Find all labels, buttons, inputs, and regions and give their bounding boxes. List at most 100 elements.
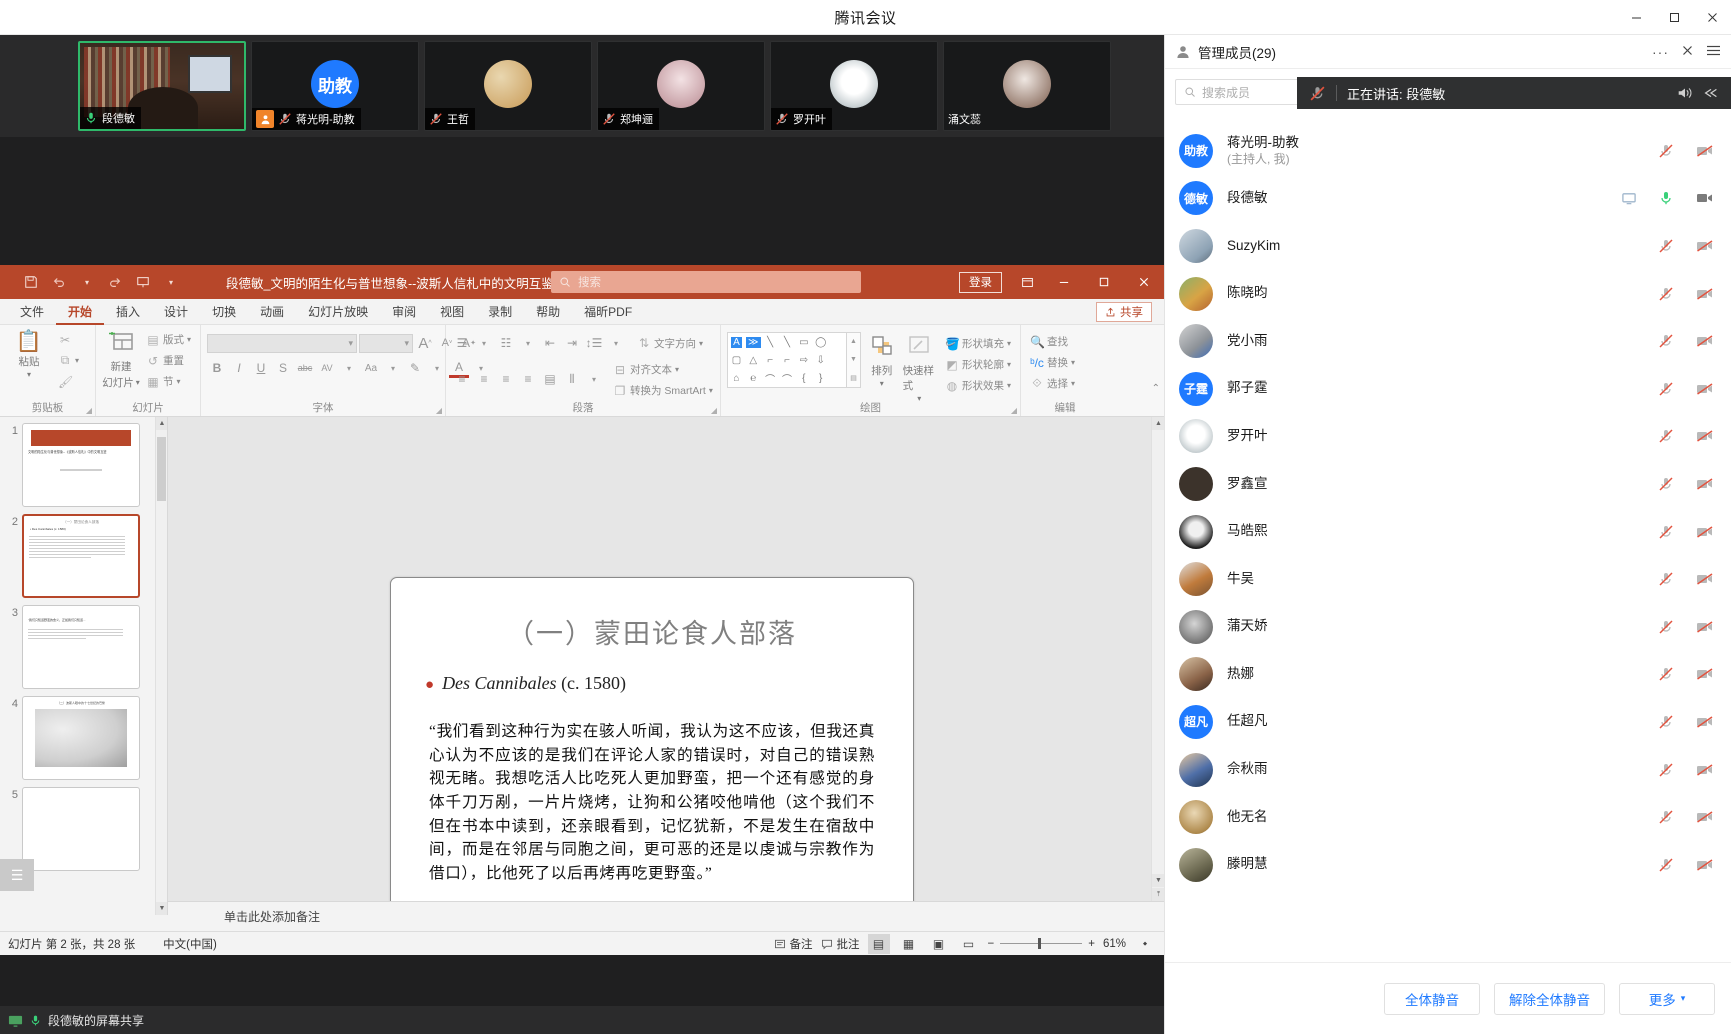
align-right-icon[interactable]: ≡ — [496, 369, 516, 389]
video-tile[interactable]: 涌文蕊 — [943, 41, 1111, 131]
thumbnail-row[interactable]: 4 （二）波斯人眼中的十七世纪的巴黎 — [0, 696, 167, 787]
participants-list[interactable]: 助教 蒋光明-助教 (主持人, 我) 德敏 段德敏 — [1165, 127, 1731, 962]
mic-muted-icon[interactable] — [1657, 476, 1675, 492]
text-highlight-icon[interactable]: ✎ — [405, 358, 425, 378]
thumbnail-row[interactable]: 2 （一）蒙田论食人部落 • Des Cannibales (c. 1580) — [0, 514, 167, 605]
list-item[interactable]: 超凡 任超凡 — [1165, 698, 1731, 746]
unmute-all-button[interactable]: 解除全体静音 — [1494, 983, 1605, 1015]
zoom-level[interactable]: 61% — [1103, 938, 1126, 950]
zoom-out-button[interactable]: − — [988, 938, 995, 950]
line-spacing-icon[interactable]: ↕☰ — [584, 333, 604, 353]
layout-button[interactable]: ▤版式▾ — [143, 330, 194, 349]
camera-on-icon[interactable] — [1695, 190, 1715, 206]
camera-off-icon[interactable] — [1695, 857, 1715, 873]
scroll-up-icon[interactable]: ▲ — [850, 338, 857, 345]
list-item[interactable]: 蒲天娇 — [1165, 603, 1731, 651]
language-indicator[interactable]: 中文(中国) — [163, 936, 217, 952]
camera-off-icon[interactable] — [1695, 286, 1715, 302]
align-text-button[interactable]: ⊟ 对齐文本▾ — [610, 360, 716, 379]
close-icon[interactable] — [1681, 44, 1694, 60]
slide-canvas[interactable]: （一）蒙田论食人部落 ● Des Cannibales (c. 1580) “我… — [168, 417, 1164, 915]
tab-slideshow[interactable]: 幻灯片放映 — [296, 299, 380, 325]
camera-off-icon[interactable] — [1695, 762, 1715, 778]
increase-indent-icon[interactable]: ⇥ — [562, 333, 582, 353]
current-slide[interactable]: （一）蒙田论食人部落 ● Des Cannibales (c. 1580) “我… — [390, 577, 914, 955]
list-item[interactable]: 热娜 — [1165, 651, 1731, 699]
tab-animations[interactable]: 动画 — [248, 299, 296, 325]
camera-off-icon[interactable] — [1695, 666, 1715, 682]
mic-muted-icon[interactable] — [1657, 286, 1675, 302]
more-horizontal-icon[interactable]: ··· — [1652, 44, 1669, 60]
scroll-up-icon[interactable]: ▲ — [1152, 417, 1164, 430]
list-item[interactable]: 党小雨 — [1165, 317, 1731, 365]
underline-icon[interactable]: U — [251, 358, 271, 378]
shape-effects-button[interactable]: ◍形状效果▾ — [942, 376, 1014, 395]
close-icon[interactable] — [1693, 0, 1731, 35]
screen-share-icon[interactable] — [1621, 191, 1637, 206]
chevron-down-icon[interactable]: ▾ — [74, 269, 100, 295]
scroll-down-icon[interactable]: ▼ — [1152, 874, 1164, 887]
scrollbar-thumb[interactable] — [157, 437, 166, 501]
scroll-down-icon[interactable]: ▼ — [156, 902, 168, 915]
zoom-slider[interactable]: − + — [988, 938, 1095, 950]
mic-muted-icon[interactable] — [1657, 143, 1675, 159]
arc-shape[interactable]: ⌒ — [782, 371, 792, 386]
more-button[interactable]: 更多 ▾ — [1619, 983, 1715, 1015]
minimize-icon[interactable] — [1617, 0, 1655, 35]
present-icon[interactable] — [130, 269, 156, 295]
freeform-shape[interactable]: ⌂ — [733, 373, 739, 384]
grow-font-icon[interactable]: A^ — [415, 333, 435, 353]
slide-thumbnail[interactable] — [22, 787, 140, 871]
distribute-icon[interactable]: ▤ — [540, 369, 560, 389]
camera-off-icon[interactable] — [1695, 143, 1715, 159]
maximize-icon[interactable] — [1655, 0, 1693, 35]
clipboard-dialog-launcher[interactable]: ◢ — [86, 406, 92, 415]
copy-button[interactable]: ⧉▾ — [55, 351, 82, 370]
hamburger-icon[interactable] — [1706, 44, 1721, 60]
scroll-up-icon[interactable]: ▲ — [156, 417, 168, 430]
text-shadow-icon[interactable]: S — [273, 358, 293, 378]
shapes-gallery[interactable]: A ≫ ╲ ╲ ▭ ◯ ▢ △ ⌐ ⌐ ⇨ — [727, 332, 847, 388]
right-brace-shape[interactable]: } — [819, 373, 822, 384]
mic-muted-icon[interactable] — [1657, 381, 1675, 397]
align-center-icon[interactable]: ≡ — [474, 369, 494, 389]
ppt-search-input[interactable]: 搜索 — [551, 271, 861, 293]
right-arrow-shape[interactable]: ⇨ — [800, 355, 808, 366]
down-arrow-shape[interactable]: ⇩ — [817, 355, 825, 366]
font-size-input[interactable]: ▾ — [359, 334, 413, 353]
decrease-indent-icon[interactable]: ⇤ — [540, 333, 560, 353]
oval-shape[interactable]: ◯ — [815, 337, 826, 348]
slide-sorter-icon[interactable]: ▦ — [898, 934, 920, 954]
zoom-knob[interactable] — [1038, 938, 1041, 949]
gallery-expand-icon[interactable]: ▤ — [850, 374, 857, 382]
zoom-in-button[interactable]: + — [1088, 938, 1095, 950]
more-icon[interactable]: ▾ — [158, 269, 184, 295]
arrow-textbox-shape[interactable]: ≫ — [746, 337, 760, 348]
video-tile[interactable]: 段德敏 — [78, 41, 246, 131]
login-button[interactable]: 登录 — [959, 272, 1002, 293]
video-tile[interactable]: 助教 蒋光明-助教 — [251, 41, 419, 131]
line-arrow-shape[interactable]: ╲ — [784, 337, 790, 348]
select-button[interactable]: ⟐选择▾ — [1027, 374, 1078, 393]
list-item[interactable]: 滕明慧 — [1165, 841, 1731, 889]
camera-off-icon[interactable] — [1695, 428, 1715, 444]
quick-styles-button[interactable]: 快速样式 ▾ — [903, 332, 936, 403]
slideshow-icon[interactable]: ▭ — [958, 934, 980, 954]
list-item[interactable]: 牛吴 — [1165, 555, 1731, 603]
mic-muted-icon[interactable] — [1657, 333, 1675, 349]
mic-muted-icon[interactable] — [1657, 857, 1675, 873]
left-brace-shape[interactable]: { — [802, 373, 805, 384]
format-painter-button[interactable]: 🖌 — [55, 372, 82, 391]
video-tile[interactable]: 罗开叶 — [770, 41, 938, 131]
change-case-icon[interactable]: Aa — [361, 358, 381, 378]
comments-toggle-button[interactable]: 批注 — [821, 936, 860, 952]
tab-foxit-pdf[interactable]: 福昕PDF — [572, 299, 644, 325]
scroll-down-icon[interactable]: ▼ — [850, 356, 857, 363]
triangle-shape[interactable]: △ — [749, 355, 757, 366]
camera-off-icon[interactable] — [1695, 809, 1715, 825]
zoom-track[interactable] — [1000, 943, 1082, 944]
section-button[interactable]: ▦节▾ — [143, 372, 194, 391]
chevron-down-icon[interactable]: ▾ — [584, 369, 604, 389]
font-name-input[interactable]: ▾ — [207, 334, 357, 353]
convert-smartart-button[interactable]: ❐ 转换为 SmartArt▾ — [610, 381, 716, 400]
